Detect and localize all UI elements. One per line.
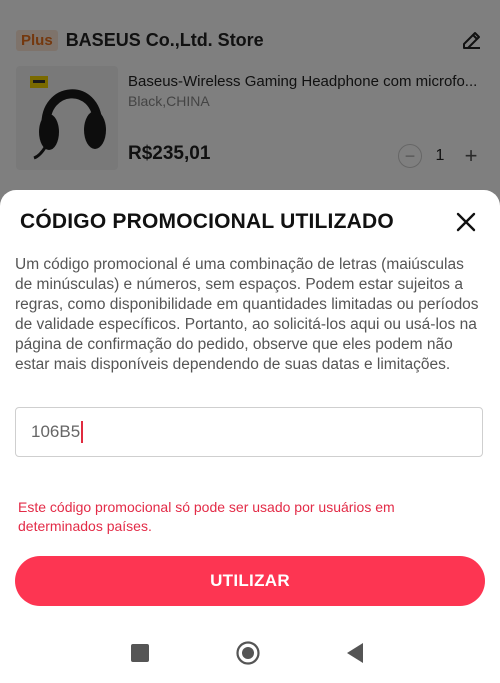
promo-code-sheet: CÓDIGO PROMOCIONAL UTILIZADO Um código p… bbox=[0, 190, 500, 683]
promo-description: Um código promocional é uma combinação d… bbox=[15, 256, 479, 373]
promo-code-value[interactable]: 106B5 bbox=[31, 422, 80, 442]
circle-home-icon[interactable] bbox=[236, 641, 260, 665]
sheet-title: CÓDIGO PROMOCIONAL UTILIZADO bbox=[20, 210, 394, 233]
android-nav-bar bbox=[0, 625, 500, 683]
close-icon[interactable] bbox=[454, 210, 478, 234]
error-message: Este código promocional só pode ser usad… bbox=[18, 499, 395, 534]
square-icon[interactable] bbox=[131, 644, 149, 662]
triangle-back-icon[interactable] bbox=[345, 641, 367, 665]
promo-code-input[interactable]: 106B5 bbox=[15, 407, 483, 457]
text-cursor bbox=[81, 421, 84, 443]
apply-button[interactable]: UTILIZAR bbox=[15, 556, 485, 606]
